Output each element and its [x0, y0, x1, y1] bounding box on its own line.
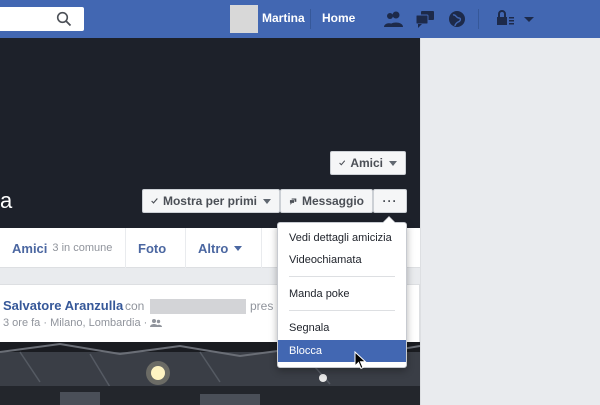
more-options-button[interactable]: ··· — [373, 189, 407, 213]
nav-profile-link[interactable]: Martina — [262, 11, 305, 25]
chevron-down-icon — [234, 245, 243, 251]
nav-divider — [478, 9, 479, 29]
post-author-link[interactable]: Salvatore Aranzulla — [3, 298, 123, 313]
tab-label: Altro — [198, 240, 229, 256]
menu-item-poke[interactable]: Manda poke — [278, 283, 406, 305]
follow-first-button[interactable]: Mostra per primi — [142, 189, 280, 213]
tab-photos[interactable]: Foto — [126, 228, 186, 268]
profile-name: a — [0, 188, 13, 213]
menu-item-video-call[interactable]: Videochiamata — [278, 249, 406, 271]
tab-label: Foto — [138, 240, 167, 256]
messages-icon[interactable] — [414, 9, 436, 29]
post-timestamp-location[interactable]: 3 ore fa · Milano, Lombardia · — [3, 317, 147, 329]
post-with-text: con — [125, 299, 145, 313]
menu-item-label: Segnala — [289, 322, 330, 334]
avatar[interactable] — [230, 5, 258, 33]
right-column — [420, 38, 600, 405]
nav-home-link[interactable]: Home — [322, 11, 355, 25]
mouse-cursor-icon — [354, 351, 367, 370]
search-input[interactable] — [0, 7, 84, 31]
more-options-label: ··· — [382, 194, 398, 208]
account-menu-chevron-icon[interactable] — [518, 9, 540, 29]
friends-icon[interactable] — [382, 9, 404, 29]
menu-divider — [289, 276, 395, 277]
menu-item-label: Manda poke — [289, 288, 350, 300]
menu-item-label: Blocca — [289, 345, 323, 357]
search-icon[interactable] — [56, 11, 72, 27]
post-meta: 3 ore fa · Milano, Lombardia · — [3, 317, 163, 329]
redacted-tagged-name — [150, 299, 246, 314]
friends-status-button[interactable]: Amici — [330, 151, 406, 175]
menu-divider — [289, 310, 395, 311]
notifications-globe-icon[interactable] — [446, 9, 468, 29]
friends-status-label: Amici — [350, 156, 383, 170]
privacy-lock-icon[interactable] — [494, 9, 516, 29]
menu-item-block[interactable]: Blocca — [278, 340, 406, 362]
checkmark-icon — [339, 160, 346, 166]
follow-first-label: Mostra per primi — [162, 194, 257, 208]
message-icon — [289, 198, 297, 205]
message-button[interactable]: Messaggio — [280, 189, 373, 213]
tab-more[interactable]: Altro — [186, 228, 262, 268]
nav-divider — [310, 9, 311, 29]
audience-friends-icon[interactable] — [150, 318, 163, 328]
post-location-prefix: pres — [250, 299, 274, 313]
chevron-down-icon — [389, 160, 397, 166]
mutual-friends-count: 3 in comune — [52, 242, 113, 254]
tab-label: Amici — [12, 240, 48, 256]
message-label: Messaggio — [301, 194, 364, 208]
more-options-menu: Vedi dettagli amicizia Videochiamata Man… — [277, 216, 407, 368]
tab-friends[interactable]: Amici 3 in comune — [0, 228, 126, 268]
menu-item-friendship-details[interactable]: Vedi dettagli amicizia — [278, 227, 406, 249]
checkmark-icon — [151, 198, 158, 204]
menu-item-label: Videochiamata — [289, 254, 362, 266]
top-navigation-bar: Martina Home — [0, 0, 600, 38]
chevron-down-icon — [263, 198, 271, 204]
menu-item-report[interactable]: Segnala — [278, 317, 406, 339]
menu-item-label: Vedi dettagli amicizia — [289, 232, 392, 244]
